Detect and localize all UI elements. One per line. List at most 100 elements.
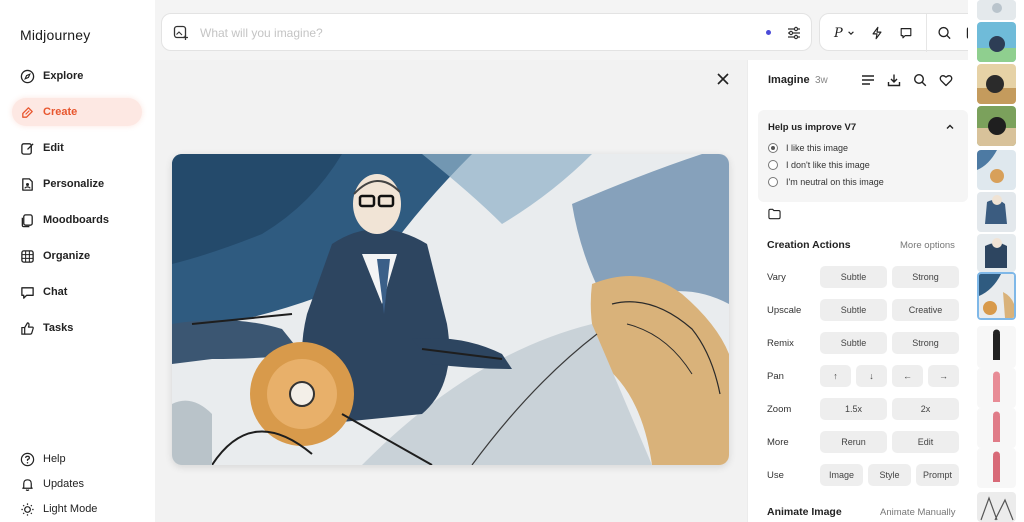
pan-right-button[interactable]: →: [928, 365, 959, 387]
use-image-button[interactable]: Image: [820, 464, 863, 486]
thumbnail-image: [977, 192, 1016, 232]
bell-icon: [22, 478, 33, 491]
add-image-icon[interactable]: [173, 25, 189, 41]
pan-left-button[interactable]: ←: [892, 365, 923, 387]
brush-icon: [22, 106, 33, 118]
nav-item-create[interactable]: Create: [12, 98, 142, 126]
nav-label-tasks: Tasks: [43, 322, 74, 334]
nav-item-help[interactable]: Help: [12, 448, 142, 470]
radio-unselected[interactable]: [768, 177, 778, 187]
chevron-up-icon[interactable]: [945, 122, 955, 132]
menu-lines-icon[interactable]: [861, 73, 875, 87]
toolbar: P: [819, 13, 993, 52]
nav-item-light-mode[interactable]: Light Mode: [12, 498, 142, 520]
thumbnail[interactable]: [977, 234, 1016, 272]
toolbar-divider: [926, 14, 927, 52]
upscale-creative-button[interactable]: Creative: [892, 299, 959, 321]
remix-subtle-button[interactable]: Subtle: [820, 332, 887, 354]
thumbnail[interactable]: [977, 106, 1016, 146]
zoom-search-icon[interactable]: [913, 73, 927, 87]
upscale-subtle-button[interactable]: Subtle: [820, 299, 887, 321]
more-label: More: [767, 437, 789, 448]
feedback-option-dislike[interactable]: I don't like this image: [768, 160, 870, 170]
secondary-nav: Help Updates Light Mode: [12, 448, 142, 522]
remix-strong-button[interactable]: Strong: [892, 332, 959, 354]
settings-sliders-icon[interactable]: [786, 25, 802, 41]
zoom-label: Zoom: [767, 404, 792, 415]
search-icon[interactable]: [937, 25, 952, 41]
radio-selected[interactable]: [768, 143, 778, 153]
help-icon: [20, 452, 35, 466]
use-prompt-button[interactable]: Prompt: [916, 464, 959, 486]
thumbnail[interactable]: [977, 326, 1016, 368]
vary-subtle-button[interactable]: Subtle: [820, 266, 887, 288]
nav-label-light-mode: Light Mode: [43, 503, 98, 515]
panel-age: 3w: [815, 75, 828, 86]
zoom-2x-button[interactable]: 2x: [892, 398, 959, 420]
radio-unselected[interactable]: [768, 160, 778, 170]
nav-item-personalize[interactable]: Personalize: [12, 170, 142, 198]
feedback-option-neutral[interactable]: I'm neutral on this image: [768, 177, 884, 187]
status-dot: [766, 30, 771, 35]
more-options-link[interactable]: More options: [900, 240, 955, 251]
download-icon[interactable]: [887, 73, 901, 87]
generated-image[interactable]: [172, 154, 729, 465]
use-style-button[interactable]: Style: [868, 464, 911, 486]
nav-label-edit: Edit: [43, 142, 64, 154]
nav-item-updates[interactable]: Updates: [12, 473, 142, 495]
thumbnail[interactable]: [977, 0, 1016, 20]
close-icon[interactable]: [716, 72, 730, 86]
thumbnail[interactable]: [977, 150, 1016, 190]
feedback-heading: Help us improve V7: [768, 122, 857, 133]
thumbnail[interactable]: [977, 64, 1016, 104]
thumbnail[interactable]: [977, 22, 1016, 62]
thumbnail[interactable]: [977, 492, 1016, 522]
chevron-down-icon: [847, 31, 854, 35]
details-panel: Imagine 3w Help us improve V7 I like thi…: [747, 60, 968, 522]
prompt-input[interactable]: [200, 23, 760, 43]
grid-icon: [21, 249, 34, 263]
thumbnail[interactable]: [977, 368, 1016, 408]
pan-label: Pan: [767, 371, 784, 382]
feedback-option-label: I like this image: [786, 143, 849, 153]
thumbnail-selected[interactable]: [977, 272, 1016, 320]
upscale-label: Upscale: [767, 305, 802, 316]
nav-item-explore[interactable]: Explore: [12, 62, 142, 90]
zoom-1-5x-button[interactable]: 1.5x: [820, 398, 887, 420]
thumbnail[interactable]: [977, 408, 1016, 448]
edit-button[interactable]: Edit: [892, 431, 959, 453]
pan-up-button[interactable]: ↑: [820, 365, 851, 387]
nav-label-help: Help: [43, 453, 66, 465]
chat-bubble-icon[interactable]: [899, 25, 913, 41]
thumbnail-image: [977, 368, 1016, 408]
nav-item-edit[interactable]: Edit: [12, 134, 142, 162]
thumbnail[interactable]: [977, 192, 1016, 232]
add-to-folder-icon[interactable]: [768, 208, 781, 220]
personalize-glyph: P: [834, 25, 843, 41]
vary-strong-button[interactable]: Strong: [892, 266, 959, 288]
chat-icon: [21, 286, 34, 299]
nav-label-chat: Chat: [43, 286, 68, 298]
feedback-option-like[interactable]: I like this image: [768, 143, 848, 153]
personalize-icon: [22, 177, 33, 191]
thumbnail-image: [977, 492, 1016, 522]
nav-item-chat[interactable]: Chat: [12, 278, 142, 306]
thumbnail[interactable]: [977, 448, 1016, 488]
animate-image-title: Animate Image: [767, 506, 842, 518]
lightning-icon[interactable]: [870, 25, 884, 41]
rerun-button[interactable]: Rerun: [820, 431, 887, 453]
thumbnail-image: [977, 234, 1016, 272]
thumbnail-image: [977, 64, 1016, 104]
nav-label-personalize: Personalize: [43, 178, 105, 190]
thumbnail-image: [977, 448, 1016, 488]
remix-label: Remix: [767, 338, 794, 349]
heart-icon[interactable]: [939, 73, 953, 87]
nav-item-organize[interactable]: Organize: [12, 242, 142, 270]
nav-item-moodboards[interactable]: Moodboards: [12, 206, 142, 234]
nav-item-tasks[interactable]: Tasks: [12, 314, 142, 342]
pan-down-button[interactable]: ↓: [856, 365, 887, 387]
panel-title: Imagine: [768, 74, 810, 86]
thumbnail-image: [977, 150, 1016, 190]
animate-manually-link[interactable]: Animate Manually: [880, 507, 956, 518]
personalize-dropdown[interactable]: P: [834, 25, 855, 41]
